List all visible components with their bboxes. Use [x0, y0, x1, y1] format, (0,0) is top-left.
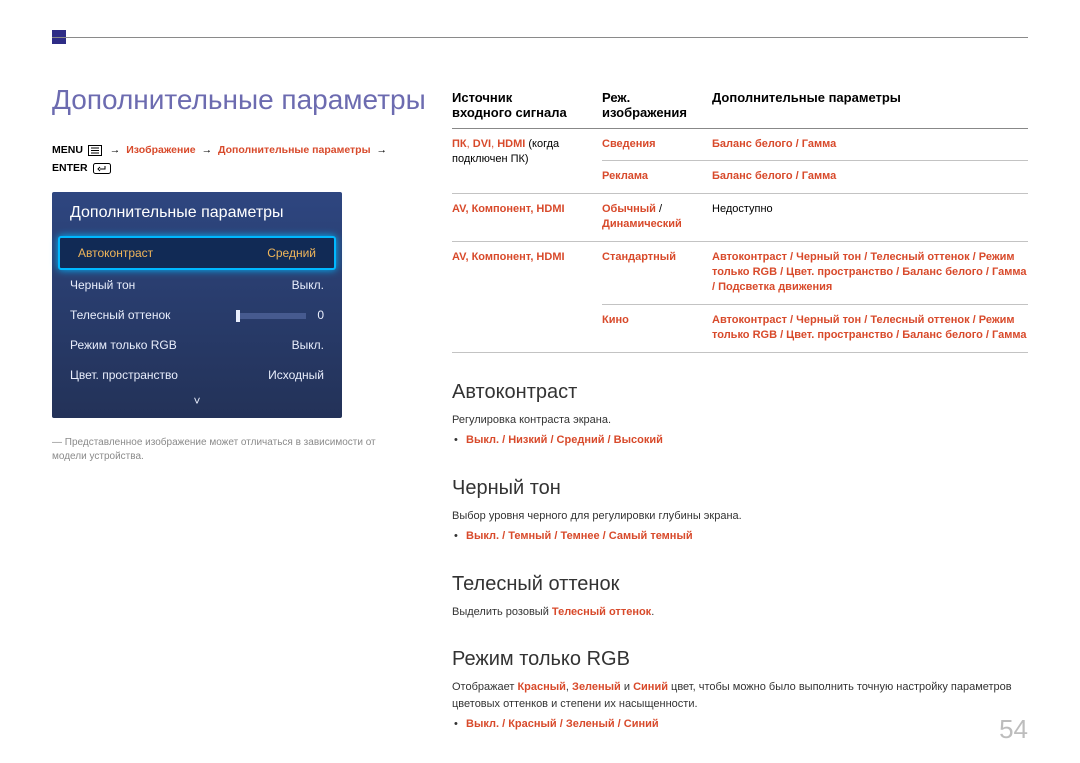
arrow-icon: → — [110, 142, 121, 160]
chevron-down-icon[interactable]: ˅ — [52, 390, 342, 412]
osd-value: Выкл. — [292, 338, 324, 352]
section-title: Режим только RGB — [452, 648, 1028, 671]
enter-icon — [93, 163, 111, 174]
crumb-image: Изображение — [126, 144, 195, 156]
osd-label: Черный тон — [70, 278, 135, 292]
osd-value: Средний — [267, 246, 316, 260]
cell-extra: Баланс белого / Гамма — [712, 129, 1028, 161]
cell-mode: Реклама — [602, 161, 712, 193]
cell-extra: Автоконтраст / Черный тон / Телесный отт… — [712, 241, 1028, 304]
section-title: Автоконтраст — [452, 381, 1028, 404]
section-options: Выкл. / Темный / Темнее / Самый темный — [452, 528, 1028, 545]
th-mode: Реж. изображения — [602, 84, 712, 129]
cell-source: AV, Компонент, HDMI — [452, 241, 602, 352]
osd-value: Исходный — [268, 368, 324, 382]
section-options: Выкл. / Красный / Зеленый / Синий — [452, 716, 1028, 733]
enter-label: ENTER — [52, 162, 88, 174]
section-desc: Выбор уровня черного для регулировки глу… — [452, 508, 1028, 525]
section-black-tone: Черный тон Выбор уровня черного для регу… — [452, 477, 1028, 545]
page-title: Дополнительные параметры — [52, 84, 432, 116]
th-source: Источник входного сигнала — [452, 84, 602, 129]
cell-extra: Баланс белого / Гамма — [712, 161, 1028, 193]
cell-source: AV, Компонент, HDMI — [452, 193, 602, 241]
osd-label: Телесный оттенок — [70, 308, 170, 322]
table-row: ПК, DVI, HDMI (когда подключен ПК) Сведе… — [452, 129, 1028, 161]
cell-mode: Обычный / Динамический — [602, 193, 712, 241]
osd-label: Автоконтраст — [78, 246, 153, 260]
osd-title: Дополнительные параметры — [52, 192, 342, 236]
page-content: Дополнительные параметры MENU → Изображе… — [52, 84, 1028, 743]
osd-value: Выкл. — [292, 278, 324, 292]
osd-slider[interactable] — [236, 313, 306, 319]
osd-row-color-space[interactable]: Цвет. пространство Исходный — [52, 360, 342, 390]
page-number: 54 — [999, 714, 1028, 745]
crumb-advanced: Дополнительные параметры — [218, 144, 371, 156]
osd-label: Цвет. пространство — [70, 368, 178, 382]
table-header-row: Источник входного сигнала Реж. изображен… — [452, 84, 1028, 129]
right-column: Источник входного сигнала Реж. изображен… — [452, 84, 1028, 737]
osd-row-autocontrast[interactable]: Автоконтраст Средний — [58, 236, 336, 270]
arrow-icon: → — [377, 142, 388, 160]
cell-extra: Недоступно — [712, 193, 1028, 241]
cell-source: ПК, DVI, HDMI (когда подключен ПК) — [452, 129, 602, 194]
section-rgb-only: Режим только RGB Отображает Красный, Зел… — [452, 648, 1028, 733]
section-title: Черный тон — [452, 477, 1028, 500]
breadcrumb: MENU → Изображение → Дополнительные пара… — [52, 142, 432, 178]
th-extra: Дополнительные параметры — [712, 84, 1028, 129]
osd-value: 0 — [317, 308, 324, 322]
osd-note-text: Представленное изображение может отличат… — [52, 437, 376, 462]
osd-panel: Дополнительные параметры Автоконтраст Ср… — [52, 192, 342, 418]
left-column: Дополнительные параметры MENU → Изображе… — [52, 84, 432, 464]
osd-slider-wrap: 0 — [236, 308, 324, 322]
dash-icon: ― — [52, 437, 62, 448]
osd-row-black-tone[interactable]: Черный тон Выкл. — [52, 270, 342, 300]
section-desc: Выделить розовый Телесный оттенок. — [452, 604, 1028, 621]
section-title: Телесный оттенок — [452, 573, 1028, 596]
osd-row-rgb-only[interactable]: Режим только RGB Выкл. — [52, 330, 342, 360]
cell-extra: Автоконтраст / Черный тон / Телесный отт… — [712, 304, 1028, 352]
top-rule — [52, 37, 1028, 38]
cell-mode: Сведения — [602, 129, 712, 161]
section-desc: Отображает Красный, Зеленый и Синий цвет… — [452, 679, 1028, 712]
cell-mode: Кино — [602, 304, 712, 352]
arrow-icon: → — [202, 142, 213, 160]
section-desc: Регулировка контраста экрана. — [452, 412, 1028, 429]
osd-footnote: ― Представленное изображение может отлич… — [52, 436, 412, 464]
osd-label: Режим только RGB — [70, 338, 177, 352]
section-autocontrast: Автоконтраст Регулировка контраста экран… — [452, 381, 1028, 449]
menu-label: MENU — [52, 144, 83, 156]
table-row: AV, Компонент, HDMI Стандартный Автоконт… — [452, 241, 1028, 304]
osd-row-flesh-tone[interactable]: Телесный оттенок 0 — [52, 300, 342, 330]
section-options: Выкл. / Низкий / Средний / Высокий — [452, 432, 1028, 449]
cell-mode: Стандартный — [602, 241, 712, 304]
menu-icon — [88, 145, 102, 156]
section-flesh-tone: Телесный оттенок Выделить розовый Телесн… — [452, 573, 1028, 621]
table-row: AV, Компонент, HDMI Обычный / Динамическ… — [452, 193, 1028, 241]
compat-table: Источник входного сигнала Реж. изображен… — [452, 84, 1028, 353]
